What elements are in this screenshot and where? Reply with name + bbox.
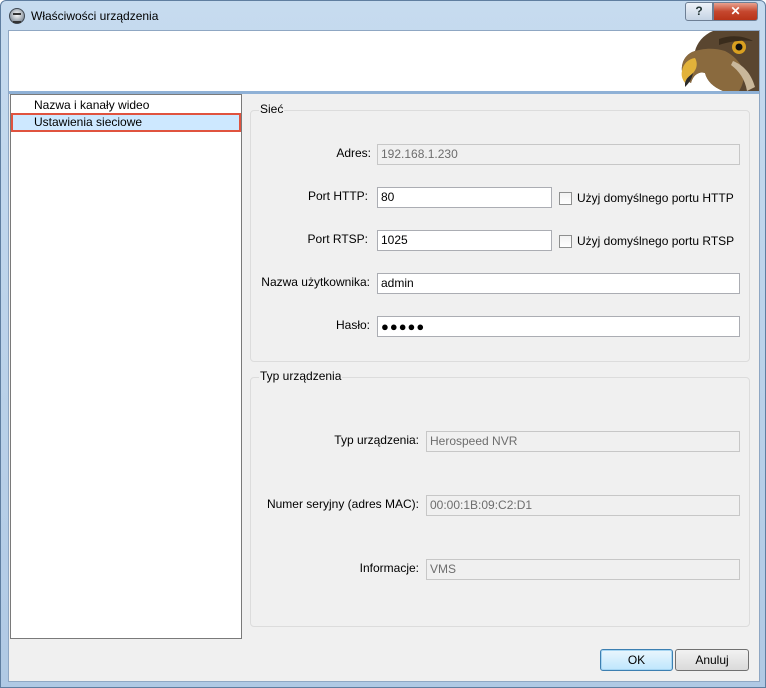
cancel-button[interactable]: Anuluj <box>675 649 749 671</box>
hawk-logo-icon <box>673 31 759 91</box>
username-field[interactable]: admin <box>377 273 740 294</box>
rtsp-default-checkbox[interactable] <box>559 235 572 248</box>
ok-button[interactable]: OK <box>600 649 673 671</box>
help-button[interactable]: ? <box>685 2 713 21</box>
close-button[interactable]: ✕ <box>713 2 758 21</box>
serial-number-field[interactable]: 00:00:1B:09:C2:D1 <box>426 495 740 516</box>
password-field[interactable]: ●●●●● <box>377 316 740 337</box>
username-label: Nazwa użytkownika: <box>261 275 370 289</box>
app-icon <box>9 8 25 24</box>
dialog-window: Właściwości urządzenia ? ✕ Nazwa i kanał… <box>0 0 766 688</box>
device-type-field[interactable]: Herospeed NVR <box>426 431 740 452</box>
rtsp-default-label: Użyj domyślnego portu RTSP <box>577 234 735 248</box>
header-banner <box>9 31 759 91</box>
information-field[interactable]: VMS <box>426 559 740 580</box>
information-label: Informacje: <box>359 561 419 575</box>
nav-item-network-settings[interactable]: Ustawienia sieciowe <box>11 113 241 132</box>
http-default-checkbox[interactable] <box>559 192 572 205</box>
window-title: Właściwości urządzenia <box>31 9 159 23</box>
dialog-client-area: Nazwa i kanały wideo Ustawienia sieciowe… <box>8 30 760 682</box>
address-label: Adres: <box>336 146 371 160</box>
settings-nav-list[interactable]: Nazwa i kanały wideo Ustawienia sieciowe <box>10 94 242 639</box>
http-default-label: Użyj domyślnego portu HTTP <box>577 191 734 205</box>
rtsp-port-label: Port RTSP: <box>307 232 368 246</box>
device-type-group-title: Typ urządzenia <box>259 369 343 383</box>
network-group-title: Sieć <box>259 102 285 116</box>
http-port-field[interactable]: 80 <box>377 187 552 208</box>
address-field[interactable]: 192.168.1.230 <box>377 144 740 165</box>
http-port-label: Port HTTP: <box>307 189 368 203</box>
nav-item-video-channels[interactable]: Nazwa i kanały wideo <box>11 97 241 113</box>
device-type-label: Typ urządzenia: <box>334 433 419 447</box>
rtsp-port-field[interactable]: 1025 <box>377 230 552 251</box>
title-bar[interactable]: Właściwości urządzenia ? ✕ <box>1 1 765 30</box>
serial-number-label: Numer seryjny (adres MAC): <box>266 497 419 511</box>
password-label: Hasło: <box>335 318 370 332</box>
